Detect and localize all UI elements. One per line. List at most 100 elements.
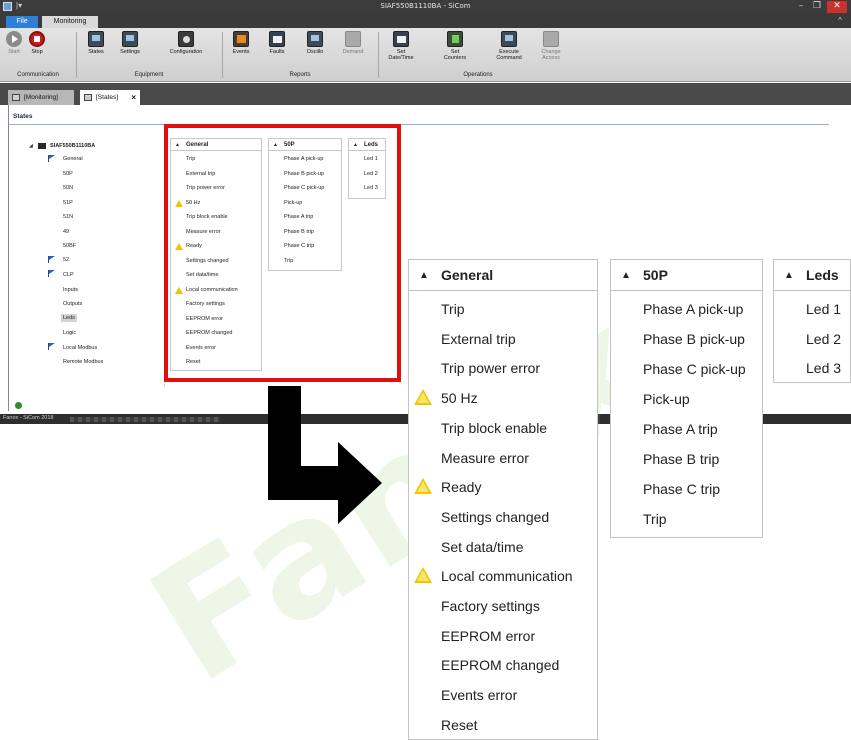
device-icon	[38, 143, 46, 149]
demand-button[interactable]: Demand	[340, 31, 366, 55]
close-button[interactable]: ✕	[827, 1, 847, 13]
state-row: Phase A pick-up	[611, 300, 743, 318]
stop-button[interactable]: Stop	[27, 31, 47, 55]
states-icon	[88, 31, 104, 47]
state-row: Phase C pick-up	[611, 360, 746, 378]
taskbar-strip	[70, 417, 220, 422]
tree-item-remote-modbus[interactable]: Remote Modbus	[63, 359, 103, 365]
tree-item-51n[interactable]: 51N	[63, 214, 73, 220]
tree-item-52[interactable]: 52	[63, 257, 69, 263]
settings-button[interactable]: Settings	[116, 31, 144, 55]
state-row: Trip	[611, 510, 667, 528]
group-communication: Communication	[17, 72, 59, 78]
monitor-icon	[12, 94, 20, 101]
events-button[interactable]: Events	[229, 31, 253, 55]
ribbon-tab-monitoring[interactable]: Monitoring	[42, 16, 98, 28]
collapse-caret-icon: ▲	[784, 270, 794, 281]
tree-item-outputs[interactable]: Outputs	[63, 301, 82, 307]
state-row: Trip power error	[409, 359, 540, 377]
tab-monitoring[interactable]: [Monitoring]	[8, 90, 74, 105]
settings-label: Settings	[120, 49, 140, 55]
state-label: Trip	[441, 301, 465, 317]
tree-item-49[interactable]: 49	[63, 229, 69, 235]
configuration-button[interactable]: Configuration	[160, 31, 212, 55]
change-access-button[interactable]: Change Access	[536, 31, 566, 61]
tree-item-51p[interactable]: 51P	[63, 200, 73, 206]
state-label: Phase A trip	[643, 421, 718, 437]
execute-command-button[interactable]: Execute Command	[492, 31, 526, 61]
configuration-icon	[178, 31, 194, 47]
tree-item-leds[interactable]: Leds	[61, 314, 77, 322]
state-label: Factory settings	[441, 598, 540, 614]
set-counters-icon	[447, 31, 463, 47]
panel-header[interactable]: ▲ 50P	[611, 260, 762, 291]
state-label: 50 Hz	[441, 390, 478, 407]
tree-item-50n[interactable]: 50N	[63, 185, 73, 191]
state-row: Measure error	[409, 449, 529, 467]
set-counters-button[interactable]: Set Counters	[440, 31, 470, 61]
panel-header[interactable]: ▲ General	[409, 260, 597, 291]
demand-icon	[345, 31, 361, 47]
warning-icon	[414, 478, 432, 495]
state-label: Led 2	[806, 330, 842, 347]
execute-command-label: Execute Command	[496, 49, 522, 61]
state-label: Phase A pick-up	[643, 301, 744, 317]
maximize-button[interactable]: ❐	[810, 1, 824, 13]
state-label: Led 1	[806, 301, 842, 317]
state-label: Settings changed	[441, 508, 550, 525]
expand-icon[interactable]: ◢	[29, 143, 33, 149]
state-label: Reset	[441, 716, 478, 733]
events-label: Events	[232, 49, 250, 55]
tree-item-50p[interactable]: 50P	[63, 171, 73, 177]
tab-states[interactable]: [States] ×	[80, 90, 140, 105]
state-row: Phase B trip	[611, 450, 719, 468]
tree-item-inputs[interactable]: Inputs	[63, 287, 78, 293]
tree-item-general[interactable]: General	[63, 156, 83, 162]
change-access-label: Change Access	[541, 49, 561, 61]
warning-icon	[414, 389, 432, 406]
zoom-panel-general: ▲ General Trip External trip Trip power err…	[408, 259, 598, 740]
tab-states-label: [States]	[96, 94, 119, 101]
configuration-label: Configuration	[169, 49, 203, 55]
state-label: Phase B trip	[643, 451, 720, 467]
tree-item-logic[interactable]: Logic	[63, 330, 76, 336]
oscillo-button[interactable]: Oscillo	[303, 31, 327, 55]
panel-title: 50P	[643, 267, 668, 283]
state-row: Pick-up	[611, 390, 690, 408]
start-icon	[6, 31, 22, 47]
state-row: Led 2	[774, 330, 841, 348]
flag-icon	[48, 256, 55, 263]
state-label: Pick-up	[643, 391, 690, 407]
state-label: Led 3	[806, 360, 842, 377]
tree-item-local-modbus[interactable]: Local Modbus	[63, 345, 97, 351]
panel-header[interactable]: ▲ Leds	[774, 260, 850, 291]
state-label: Local communication	[441, 568, 573, 585]
state-label: EEPROM error	[441, 627, 536, 644]
states-tab-icon	[84, 94, 92, 101]
ribbon-tab-file[interactable]: File	[6, 16, 38, 28]
collapse-caret-icon: ▲	[419, 270, 429, 281]
faults-button[interactable]: Faults	[265, 31, 289, 55]
flag-icon	[48, 343, 55, 350]
close-tab-icon[interactable]: ×	[131, 90, 136, 105]
tree-item-clp[interactable]: CLP	[63, 272, 74, 278]
state-label: Trip	[643, 511, 667, 527]
tree-item-50bf[interactable]: 50BF	[63, 243, 76, 249]
set-datetime-button[interactable]: Set Date/Time	[386, 31, 416, 61]
flag-icon	[48, 155, 55, 162]
faults-label: Faults	[269, 49, 285, 55]
zoom-panel-leds: ▲ Leds Led 1 Led 2 Led 3	[773, 259, 851, 383]
states-button[interactable]: States	[84, 31, 108, 55]
oscillo-label: Oscillo	[306, 49, 324, 55]
state-row: EEPROM error	[409, 627, 535, 645]
stop-icon	[29, 31, 45, 47]
start-button[interactable]: Start	[4, 31, 24, 55]
state-row: Factory settings	[409, 597, 540, 615]
collapse-ribbon-icon[interactable]: ^	[835, 16, 845, 26]
state-row: Ready	[409, 478, 481, 496]
minimize-button[interactable]: –	[794, 1, 808, 13]
state-row: Reset	[409, 716, 478, 734]
states-header: States	[13, 113, 33, 120]
tree-root[interactable]: SIAF550B1110BA	[50, 143, 95, 149]
state-label: External trip	[441, 330, 516, 347]
